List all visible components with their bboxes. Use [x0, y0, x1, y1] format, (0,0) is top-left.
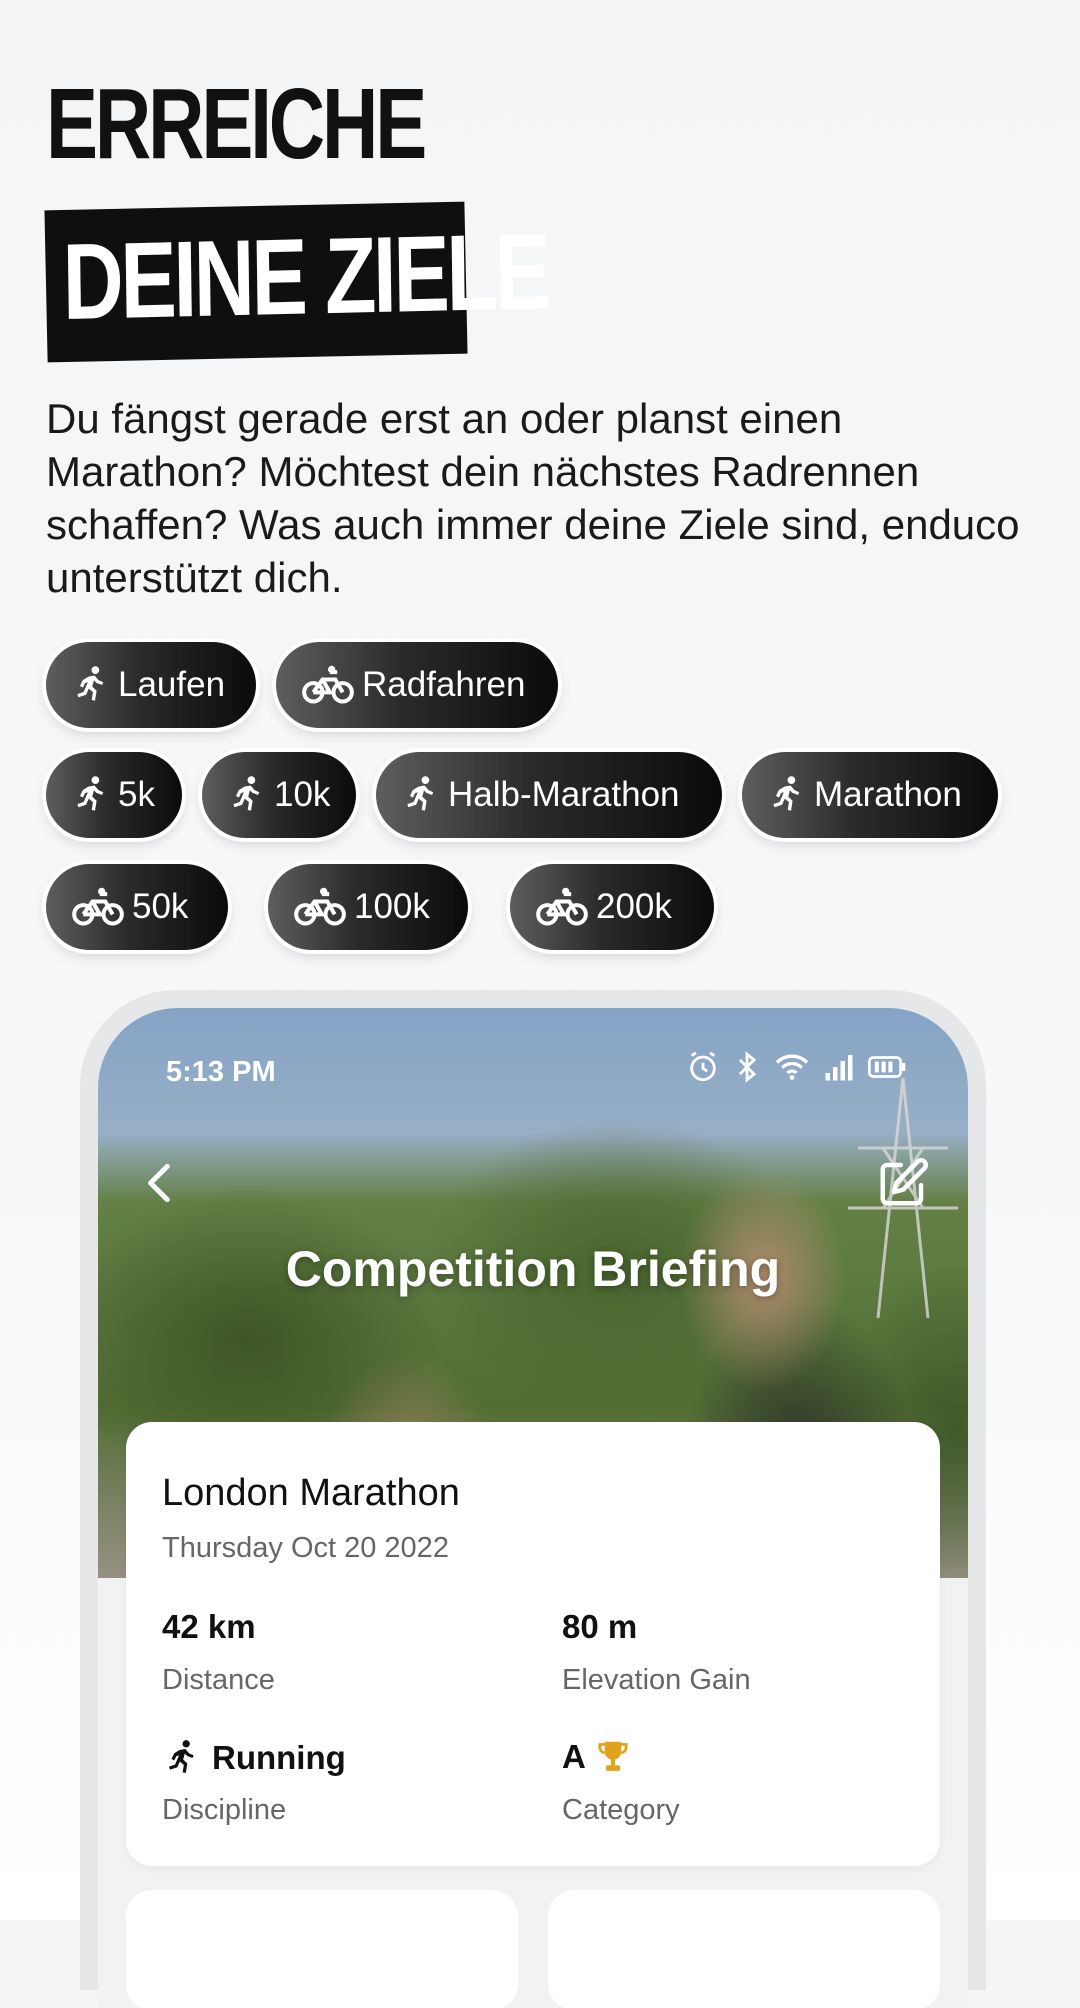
- chip-label: 10k: [274, 775, 331, 814]
- distance-label: Distance: [162, 1664, 275, 1696]
- lower-card-right: [548, 1890, 940, 2008]
- event-date: Thursday Oct 20 2022: [162, 1532, 449, 1564]
- runner-icon: [407, 776, 434, 811]
- intro-text: Du fängst gerade erst an oder planst ein…: [46, 395, 1020, 601]
- chip-radfahren[interactable]: Radfahren: [276, 642, 558, 728]
- discipline-label: Discipline: [162, 1794, 287, 1826]
- chip-halb-marathon[interactable]: Halb-Marathon: [376, 752, 722, 838]
- back-chevron-icon[interactable]: [136, 1158, 186, 1208]
- chip-label: Laufen: [118, 665, 226, 704]
- screen-title: Competition Briefing: [285, 1241, 781, 1297]
- bike-icon: [536, 887, 588, 926]
- event-card: London Marathon Thursday Oct 20 2022 42 …: [126, 1422, 940, 1866]
- trophy-icon: [598, 1741, 628, 1771]
- chip-label: Radfahren: [362, 665, 526, 704]
- bike-icon: [302, 665, 354, 704]
- bluetooth-icon: [738, 1051, 757, 1083]
- runner-icon: [233, 776, 260, 811]
- phone-screen: 5:13 PM Competition Briefing London Mara…: [98, 1008, 968, 2008]
- chip-label: 100k: [354, 887, 430, 926]
- status-icons: [686, 1050, 906, 1084]
- category-value: A: [562, 1738, 630, 1776]
- signal-icon: [825, 1055, 853, 1081]
- elevation-value: 80 m: [562, 1608, 638, 1645]
- distance-value: 42 km: [162, 1608, 256, 1645]
- chip-10k[interactable]: 10k: [202, 752, 356, 838]
- battery-icon: [868, 1056, 906, 1078]
- edit-icon[interactable]: [876, 1156, 930, 1210]
- elevation-label: Elevation Gain: [562, 1664, 751, 1696]
- runner-icon: [77, 776, 104, 811]
- runner-icon: [77, 666, 104, 701]
- chip-laufen[interactable]: Laufen: [46, 642, 256, 728]
- discipline-text: Running: [212, 1739, 346, 1776]
- chip-label: Halb-Marathon: [448, 775, 680, 814]
- chip-label: Marathon: [814, 775, 962, 814]
- wifi-icon: [775, 1054, 809, 1080]
- chip-marathon[interactable]: Marathon: [742, 752, 998, 838]
- chip-5k[interactable]: 5k: [46, 752, 182, 838]
- alarm-icon: [690, 1051, 716, 1082]
- bike-icon: [72, 887, 124, 926]
- event-name: London Marathon: [162, 1472, 460, 1514]
- chip-50k[interactable]: 50k: [46, 864, 228, 950]
- headline-line-1: ERREICHE: [46, 68, 427, 180]
- chip-200k[interactable]: 200k: [510, 864, 714, 950]
- bike-icon: [294, 887, 346, 926]
- discipline-value: Running: [162, 1738, 346, 1778]
- runner-icon: [773, 776, 800, 811]
- runner-icon: [169, 1740, 194, 1773]
- lower-card-left: [126, 1890, 518, 2008]
- category-text: A: [562, 1738, 586, 1775]
- chip-100k[interactable]: 100k: [268, 864, 468, 950]
- chip-label: 200k: [596, 887, 672, 926]
- chip-label: 50k: [132, 887, 189, 926]
- category-label: Category: [562, 1794, 680, 1826]
- chip-label: 5k: [118, 775, 155, 814]
- status-time: 5:13 PM: [166, 1056, 276, 1088]
- headline-line-2: DEINE ZIELE: [61, 210, 549, 342]
